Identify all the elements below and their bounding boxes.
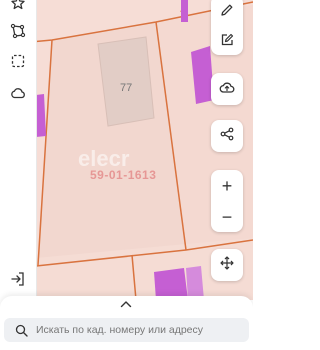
- highlighted-building-top[interactable]: [181, 0, 188, 22]
- search-input[interactable]: [36, 324, 249, 336]
- polygon-tool-icon[interactable]: [7, 20, 29, 42]
- zoom-controls: + −: [211, 170, 243, 232]
- highlighted-building-bottom-2[interactable]: [186, 266, 204, 300]
- bottom-search-panel: [0, 296, 253, 350]
- cadastral-number-label[interactable]: 59-01-1613: [90, 168, 156, 182]
- parcel-number-label: 77: [120, 82, 133, 94]
- edit-tools-group: [211, 0, 243, 55]
- login-icon[interactable]: [7, 268, 29, 290]
- pencil-icon[interactable]: [211, 0, 243, 24]
- selection-rectangle-icon[interactable]: [7, 50, 29, 72]
- star-icon[interactable]: [7, 0, 29, 14]
- zoom-out-button[interactable]: −: [211, 203, 243, 231]
- left-toolbar: [0, 0, 37, 300]
- highlighted-building-left[interactable]: [36, 94, 46, 137]
- search-bar[interactable]: [4, 318, 249, 342]
- map-app: 77 elecr 59-01-1613 + − Искать по кад. н…: [0, 0, 253, 350]
- cloud-icon[interactable]: [7, 82, 29, 104]
- zoom-in-button[interactable]: +: [211, 172, 243, 200]
- minus-icon: −: [221, 206, 233, 227]
- move-button[interactable]: [211, 249, 243, 281]
- edit-box-icon[interactable]: [211, 26, 243, 54]
- search-icon: [14, 323, 28, 337]
- cloud-upload-icon: [219, 80, 235, 99]
- cloud-upload-button[interactable]: [211, 73, 243, 105]
- share-button[interactable]: [211, 120, 243, 152]
- move-arrows-icon: [220, 255, 234, 275]
- share-icon: [220, 127, 234, 146]
- plus-icon: +: [221, 175, 233, 196]
- chevron-up-icon[interactable]: [119, 298, 133, 310]
